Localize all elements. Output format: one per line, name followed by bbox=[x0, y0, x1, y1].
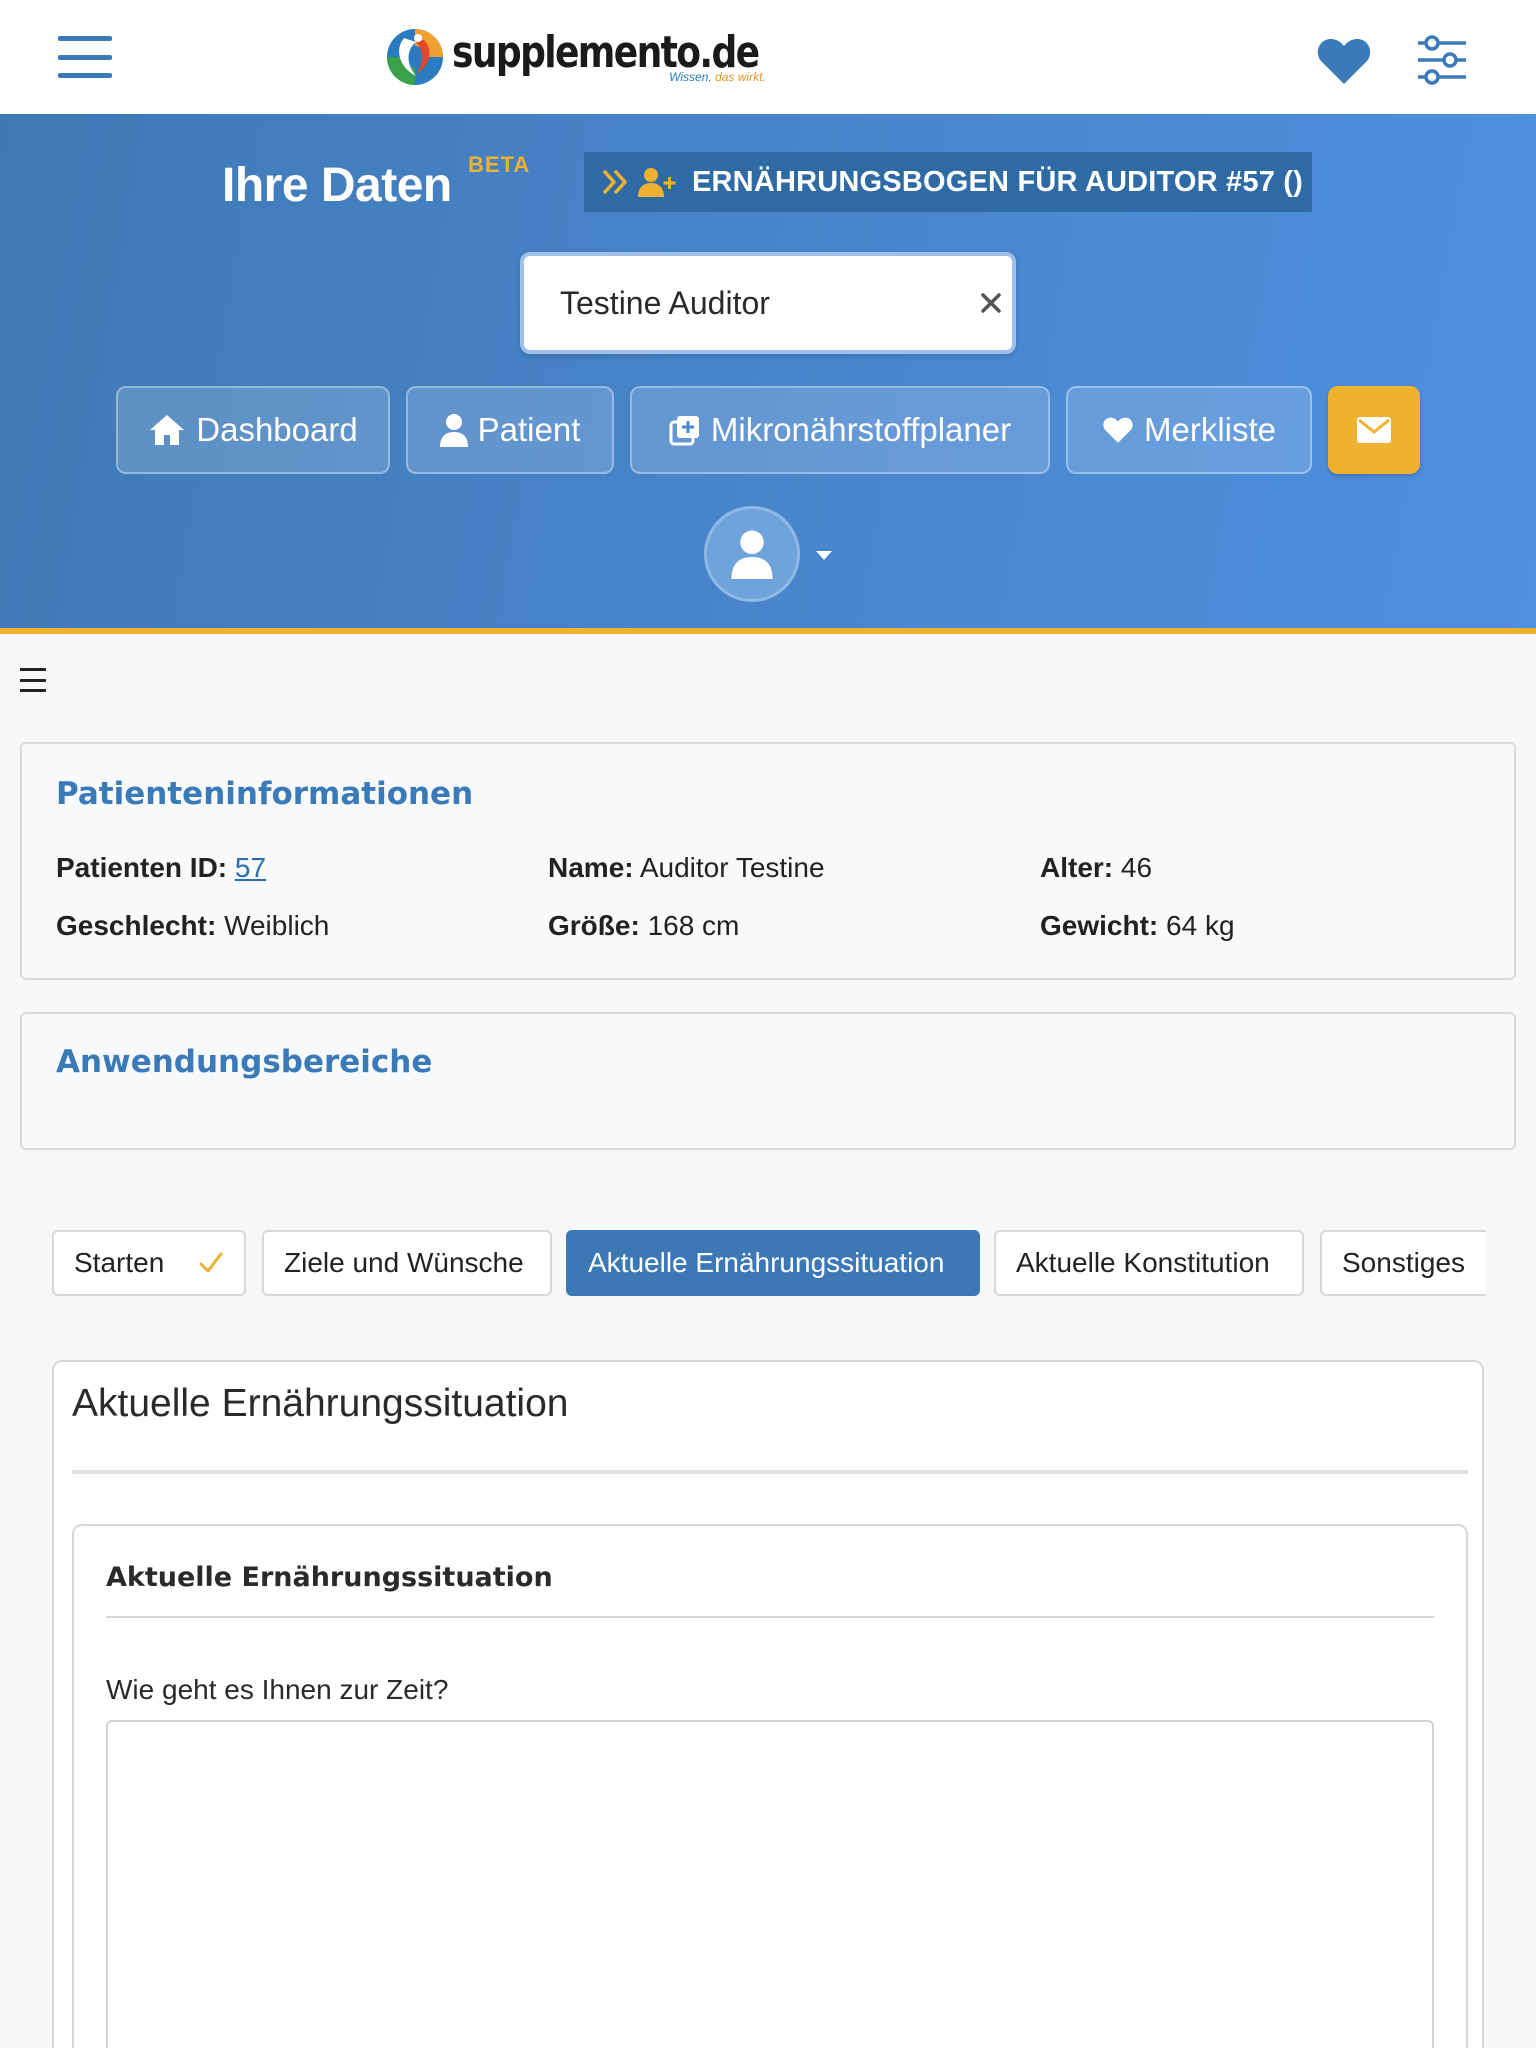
patient-info-card: Patienteninformationen Patienten ID: 57 … bbox=[20, 742, 1516, 980]
patient-name-field: Name: Auditor Testine bbox=[548, 852, 825, 883]
nav-micronutrient-planner-button[interactable]: Mikronährstoffplaner bbox=[630, 386, 1050, 474]
beta-badge: BETA bbox=[468, 152, 531, 177]
nav-dashboard-button[interactable]: Dashboard bbox=[116, 386, 390, 474]
nutrition-form-banner-button[interactable]: ERNÄHRUNGSBOGEN FÜR AUDITOR #57 () bbox=[584, 152, 1312, 212]
tab-starten[interactable]: Starten bbox=[52, 1230, 246, 1296]
check-icon bbox=[199, 1252, 223, 1273]
logo-name: supplemento.de bbox=[452, 27, 760, 78]
tab-goals-label: Ziele und Wünsche bbox=[284, 1247, 524, 1278]
envelope-icon bbox=[1357, 417, 1391, 443]
tab-current-constitution-label: Aktuelle Konstitution bbox=[1016, 1247, 1270, 1278]
tab-goals[interactable]: Ziele und Wünsche bbox=[262, 1230, 552, 1296]
plus-square-icon bbox=[669, 416, 699, 446]
section-title: Aktuelle Ernährungssituation bbox=[72, 1382, 569, 1425]
nav-dashboard-label: Dashboard bbox=[196, 411, 358, 448]
user-avatar-button[interactable] bbox=[704, 506, 800, 602]
application-areas-card: Anwendungsbereiche bbox=[20, 1012, 1516, 1150]
nav-watchlist-button[interactable]: Merkliste bbox=[1066, 386, 1312, 474]
patient-id-link[interactable]: 57 bbox=[235, 852, 266, 883]
user-icon bbox=[731, 530, 773, 579]
nav-patient-button[interactable]: Patient bbox=[406, 386, 614, 474]
question-card: Aktuelle Ernährungssituation Wie geht es… bbox=[72, 1524, 1468, 2048]
sidebar-toggle-button[interactable] bbox=[20, 668, 46, 692]
patient-weight-field: Gewicht: 64 kg bbox=[1040, 910, 1235, 941]
patient-id-field: Patienten ID: 57 bbox=[56, 852, 267, 883]
nav-patient-label: Patient bbox=[477, 411, 581, 448]
main-menu-button[interactable] bbox=[58, 36, 112, 78]
top-bar: supplemento.de Wissen, das wirkt. bbox=[0, 0, 1536, 114]
nav-micronutrient-planner-label: Mikronährstoffplaner bbox=[710, 411, 1012, 448]
user-plus-icon bbox=[638, 168, 676, 197]
section-divider bbox=[72, 1470, 1468, 1474]
logo[interactable]: supplemento.de Wissen, das wirkt. bbox=[386, 24, 826, 90]
tab-starten-label: Starten bbox=[74, 1247, 165, 1278]
tab-misc-label: Sonstiges bbox=[1342, 1247, 1465, 1278]
mail-button[interactable] bbox=[1328, 386, 1420, 474]
patient-search-box bbox=[520, 252, 1016, 354]
tab-current-nutrition[interactable]: Aktuelle Ernährungssituation bbox=[566, 1230, 980, 1296]
nav-watchlist-label: Merkliste bbox=[1143, 411, 1277, 448]
tab-current-nutrition-label: Aktuelle Ernährungssituation bbox=[588, 1247, 945, 1278]
answer-textarea[interactable] bbox=[106, 1720, 1434, 2048]
patient-age-field: Alter: 46 bbox=[1040, 852, 1153, 883]
hero-banner: Ihre Daten BETA ERNÄHRUNGSBOGEN FÜR AUDI… bbox=[0, 114, 1536, 634]
patient-height-field: Größe: 168 cm bbox=[548, 910, 740, 941]
question-label: Wie geht es Ihnen zur Zeit? bbox=[106, 1674, 449, 1705]
application-areas-title: Anwendungsbereiche bbox=[56, 1044, 433, 1080]
patient-info-title: Patienteninformationen bbox=[56, 776, 474, 812]
double-chevron-right-icon bbox=[603, 170, 627, 194]
user-icon bbox=[439, 414, 468, 447]
clear-search-button[interactable] bbox=[980, 273, 1002, 333]
logo-mark-icon bbox=[386, 28, 444, 86]
question-card-divider bbox=[106, 1616, 1434, 1618]
page-title: Ihre Daten bbox=[222, 159, 452, 212]
patient-gender-field: Geschlecht: Weiblich bbox=[56, 910, 330, 941]
home-icon bbox=[150, 415, 185, 445]
caret-down-icon[interactable] bbox=[814, 548, 834, 562]
nutrition-form-label: ERNÄHRUNGSBOGEN FÜR AUDITOR #57 () bbox=[692, 165, 1304, 198]
filter-sliders-icon[interactable] bbox=[1416, 34, 1468, 86]
favorites-heart-icon[interactable] bbox=[1316, 36, 1372, 86]
patient-search-input[interactable] bbox=[560, 284, 980, 322]
tab-misc[interactable]: Sonstiges bbox=[1320, 1230, 1486, 1296]
nutrition-section-card: Aktuelle Ernährungssituation Aktuelle Er… bbox=[52, 1360, 1484, 2048]
question-card-title: Aktuelle Ernährungssituation bbox=[106, 1562, 553, 1593]
close-icon bbox=[981, 293, 1001, 313]
tab-current-constitution[interactable]: Aktuelle Konstitution bbox=[994, 1230, 1304, 1296]
heart-icon bbox=[1103, 417, 1133, 443]
